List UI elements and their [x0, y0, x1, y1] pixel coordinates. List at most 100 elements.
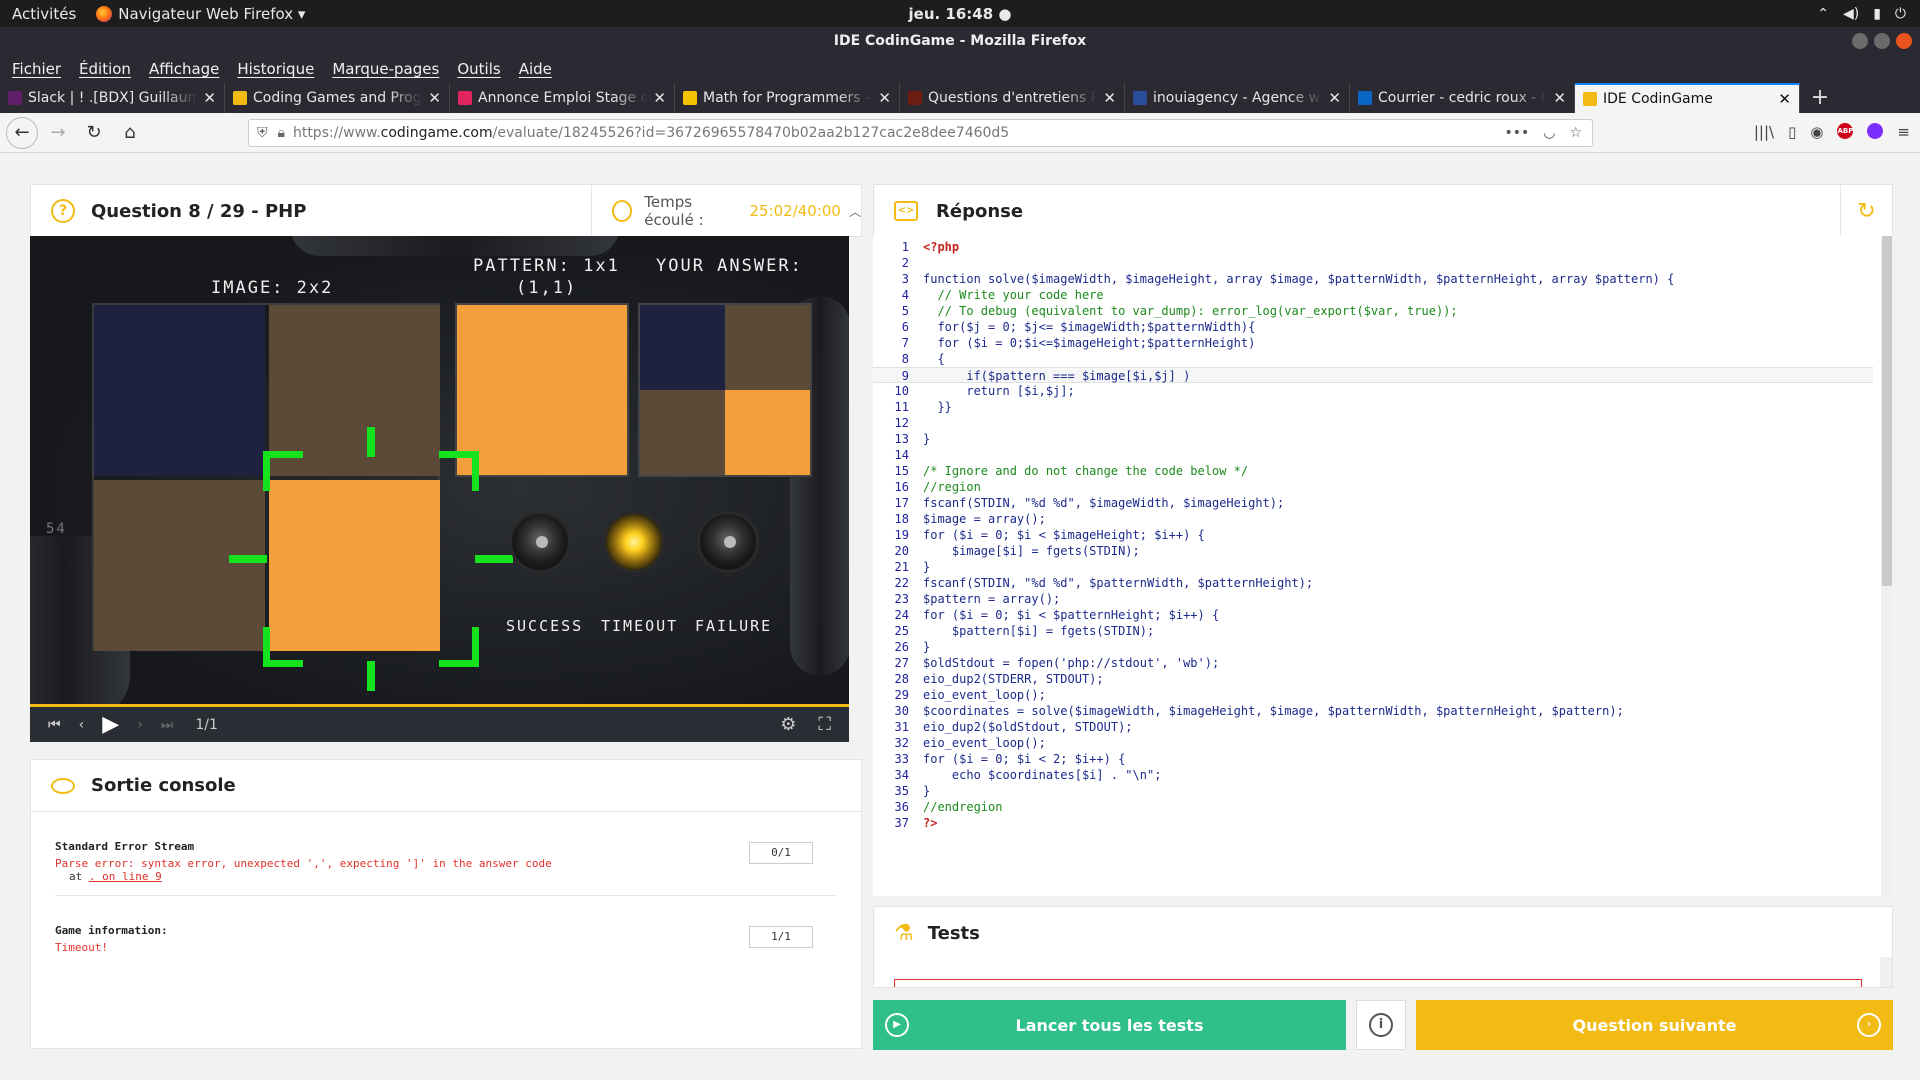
menu-marque-pages[interactable]: Marque-pages [326, 60, 445, 78]
tracking-shield-icon[interactable]: ⛨ [257, 125, 268, 141]
code-line[interactable]: 20 $image[$i] = fgets(STDIN); [873, 543, 1873, 559]
close-tab-icon[interactable]: ✕ [653, 89, 666, 107]
stderr-counter[interactable]: 0/1 [749, 842, 813, 864]
chevron-up-icon[interactable]: ︿ [849, 203, 861, 220]
code-line[interactable]: 5 // To debug (equivalent to var_dump): … [873, 303, 1873, 319]
extension-icon[interactable] [1867, 123, 1884, 139]
code-line[interactable]: 7 for ($i = 0;$i<=$imageHeight;$patternH… [873, 335, 1873, 351]
close-tab-icon[interactable]: ✕ [1553, 89, 1566, 107]
game-viewer[interactable]: 54 IMAGE: 2x2 PATTERN: 1x1 (1,1) YOUR AN… [30, 236, 849, 742]
code-line[interactable]: 17 fscanf(STDIN, "%d %d", $imageWidth, $i… [873, 495, 1873, 511]
browser-tab[interactable]: Coding Games and Progr ✕ [225, 83, 450, 113]
close-tab-icon[interactable]: ✕ [878, 89, 891, 107]
info-button[interactable]: i [1356, 1000, 1406, 1050]
tests-scrollbar[interactable] [1880, 957, 1892, 987]
minimize-icon[interactable] [1852, 33, 1868, 49]
skip-forward-icon[interactable]: ⏭ [161, 717, 174, 733]
bookmark-star-icon[interactable]: ☆ [1569, 125, 1582, 141]
menu-fichier[interactable]: Fichier [6, 60, 67, 78]
code-line[interactable]: 18 $image = array(); [873, 511, 1873, 527]
code-line[interactable]: 11 }} [873, 399, 1873, 415]
code-line[interactable]: 23 $pattern = array(); [873, 591, 1873, 607]
stderr-line-link[interactable]: . on line 9 [89, 870, 162, 883]
adblock-icon[interactable]: ABP [1837, 123, 1854, 139]
code-line[interactable]: 13} [873, 431, 1873, 447]
skip-back-icon[interactable]: ⏮ [48, 717, 61, 733]
url-bar[interactable]: ⛨ 🔒︎ https://www.codingame.com/evaluate/… [248, 119, 1593, 147]
code-line[interactable]: 32 eio_event_loop(); [873, 735, 1873, 751]
browser-tab[interactable]: Courrier - cedric roux - O ✕ [1350, 83, 1575, 113]
close-tab-icon[interactable]: ✕ [1778, 90, 1791, 108]
code-line[interactable]: 29 eio_event_loop(); [873, 687, 1873, 703]
code-editor[interactable]: 1 <?php 2 3 function solve($imageWidth, $ima… [873, 236, 1893, 896]
browser-tab[interactable]: Math for Programmers - ✕ [675, 83, 900, 113]
account-icon[interactable]: ◉ [1810, 123, 1823, 141]
close-tab-icon[interactable]: ✕ [1103, 89, 1116, 107]
browser-tab[interactable]: IDE CodinGame ✕ [1575, 83, 1800, 113]
reload-icon[interactable]: ↻ [78, 117, 110, 149]
new-tab-icon[interactable]: + [1800, 83, 1840, 113]
code-line[interactable]: 2 [873, 255, 1873, 271]
maximize-icon[interactable] [1874, 33, 1890, 49]
game-info-counter[interactable]: 1/1 [749, 926, 813, 948]
code-line[interactable]: 1 <?php [873, 239, 1873, 255]
close-tab-icon[interactable]: ✕ [1328, 89, 1341, 107]
code-line[interactable]: 25 $pattern[$i] = fgets(STDIN); [873, 623, 1873, 639]
reset-code-icon[interactable]: ↻ [1840, 185, 1892, 237]
code-line[interactable]: 6 for($j = 0; $j<= $imageWidth;$patternW… [873, 319, 1873, 335]
code-line[interactable]: 16 //region [873, 479, 1873, 495]
test-case-row[interactable] [894, 979, 1862, 987]
activities-button[interactable]: Activités [0, 5, 88, 23]
hamburger-menu-icon[interactable]: ≡ [1897, 123, 1910, 141]
clock[interactable]: jeu. 16:48 ● [909, 5, 1012, 23]
code-line[interactable]: 30 $coordinates = solve($imageWidth, $ima… [873, 703, 1873, 719]
fullscreen-icon[interactable]: ⛶ [818, 714, 831, 735]
browser-tab[interactable]: Questions d'entretiens P ✕ [900, 83, 1125, 113]
code-line[interactable]: 36 //endregion [873, 799, 1873, 815]
code-line[interactable]: 10 return [$i,$j]; [873, 383, 1873, 399]
code-line[interactable]: 27 $oldStdout = fopen('php://stdout', 'wb… [873, 655, 1873, 671]
code-line[interactable]: 37 ?> [873, 815, 1873, 831]
browser-tab[interactable]: inouiagency - Agence we ✕ [1125, 83, 1350, 113]
system-tray[interactable]: ⌃ ◀) ▮ ⏻ [1817, 6, 1906, 22]
code-line[interactable]: 3 function solve($imageWidth, $imageHeigh… [873, 271, 1873, 287]
menu-affichage[interactable]: Affichage [143, 60, 225, 78]
close-window-icon[interactable] [1896, 33, 1912, 49]
browser-tab[interactable]: Slack | ! .[BDX] Guillaume ✕ [0, 83, 225, 113]
code-line[interactable]: 33 for ($i = 0; $i < 2; $i++) { [873, 751, 1873, 767]
code-line[interactable]: 8 { [873, 351, 1873, 367]
code-line[interactable]: 28 eio_dup2(STDERR, STDOUT); [873, 671, 1873, 687]
run-all-tests-button[interactable]: ▶ Lancer tous les tests [873, 1000, 1346, 1050]
browser-tab[interactable]: Annonce Emploi Stage d ✕ [450, 83, 675, 113]
code-line[interactable]: 9 if($pattern === $image[$i,$j] ) [873, 367, 1873, 383]
menu-outils[interactable]: Outils [451, 60, 506, 78]
code-line[interactable]: 19 for ($i = 0; $i < $imageHeight; $i++) … [873, 527, 1873, 543]
lock-icon[interactable]: 🔒︎ [278, 125, 285, 141]
code-line[interactable]: 22 fscanf(STDIN, "%d %d", $patternWidth, … [873, 575, 1873, 591]
menu-aide[interactable]: Aide [513, 60, 558, 78]
step-back-icon[interactable]: ‹ [79, 717, 85, 733]
timer[interactable]: Temps écoulé : 25:02/40:00 ︿ [591, 185, 861, 237]
play-icon[interactable]: ▶ [102, 712, 119, 737]
code-line[interactable]: 4 // Write your code here [873, 287, 1873, 303]
app-menu[interactable]: Navigateur Web Firefox ▾ [96, 5, 305, 23]
page-actions-icon[interactable]: ••• [1504, 125, 1529, 141]
close-tab-icon[interactable]: ✕ [203, 89, 216, 107]
code-line[interactable]: 14 [873, 447, 1873, 463]
code-line[interactable]: 26} [873, 639, 1873, 655]
code-line[interactable]: 12 [873, 415, 1873, 431]
home-icon[interactable]: ⌂ [114, 117, 146, 149]
sidebar-icon[interactable]: ▯ [1788, 123, 1796, 141]
next-question-button[interactable]: Question suivante › [1416, 1000, 1893, 1050]
pocket-icon[interactable]: ◡ [1543, 125, 1555, 141]
code-line[interactable]: 15 /* Ignore and do not change the code b… [873, 463, 1873, 479]
url-text[interactable]: https://www.codingame.com/evaluate/18245… [293, 125, 1504, 141]
code-line[interactable]: 21} [873, 559, 1873, 575]
code-line[interactable]: 35} [873, 783, 1873, 799]
code-line[interactable]: 31 eio_dup2($oldStdout, STDOUT); [873, 719, 1873, 735]
code-line[interactable]: 34 echo $coordinates[$i] . "\n"; [873, 767, 1873, 783]
menu-edition[interactable]: Édition [73, 60, 137, 78]
library-icon[interactable]: |||\ [1754, 123, 1774, 141]
forward-icon[interactable]: → [42, 117, 74, 149]
code-line[interactable]: 24 for ($i = 0; $i < $patternHeight; $i++… [873, 607, 1873, 623]
